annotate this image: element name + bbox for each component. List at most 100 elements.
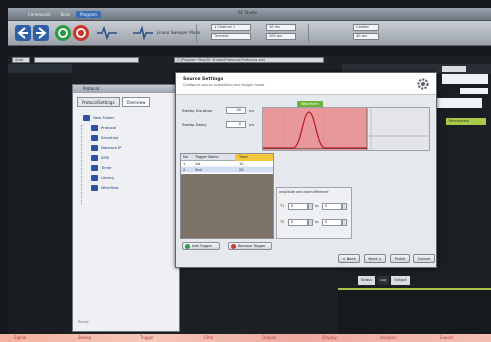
gear-icon [416, 77, 430, 91]
amplitude-panel-header: amplitude and wave difference [279, 190, 329, 194]
sweep-delay-unit: ms [249, 123, 255, 127]
bottom-label-strip: Signal Sweep Trigger Filter Output Displ… [0, 334, 491, 342]
t2-to-label: to [315, 220, 319, 224]
cancel-button[interactable]: Cancel [413, 254, 435, 263]
waveform-icon[interactable] [96, 25, 118, 41]
output-panel [338, 288, 491, 334]
back-arrow-icon[interactable] [15, 25, 31, 41]
toolbar-separator [308, 24, 309, 43]
cardiac-time-field[interactable]: 40 ms [353, 33, 379, 40]
address-bar: Area C:\Program Files\RF Studio\Protocol… [8, 56, 491, 64]
sweep-delay-input[interactable]: 0 [226, 121, 246, 128]
app-frame: Commands Tools Program RF Studio Linear … [0, 0, 491, 342]
t2-label: T2 [280, 220, 285, 224]
pulse-icon[interactable] [132, 25, 154, 41]
time-field-1[interactable]: 40 ms [266, 24, 296, 31]
channel-field[interactable]: 1 Channel 1 [211, 24, 251, 31]
toolbar: Linear Sweeper Mode 1 Channel 1 Thermal … [8, 21, 491, 46]
strip-label: Analysis [380, 335, 397, 340]
back-button[interactable]: < Back [338, 254, 360, 263]
column-no[interactable]: No [183, 155, 188, 159]
tab-overview[interactable]: Overview [121, 97, 151, 107]
tree-item[interactable]: Protocol [79, 123, 175, 133]
column-trigger-name[interactable]: Trigger Name [195, 155, 219, 159]
bottom-right-tabs: Status Log Output [358, 276, 410, 285]
stop-icon[interactable] [73, 25, 89, 41]
folder-icon [91, 185, 98, 191]
remove-icon [231, 244, 236, 249]
strip-label: Sweep [78, 335, 92, 340]
t2-from-spinner[interactable] [308, 219, 313, 226]
time-field-2[interactable]: 200 ms [266, 33, 296, 40]
tree-item[interactable]: Sensitive [79, 133, 175, 143]
folder-icon [91, 145, 98, 151]
sweep-delay-label: Sweep Delay [182, 122, 207, 127]
strip-label: Export [440, 335, 454, 340]
dialog-header: Source Settings Configure source acquisi… [176, 73, 436, 95]
finish-button[interactable]: Finish [390, 254, 410, 263]
t1-label: T1 [280, 204, 285, 208]
tree-item[interactable]: Network IP [79, 143, 175, 153]
area-field[interactable]: Area [12, 57, 30, 63]
t1-to-label: to [315, 204, 319, 208]
protocol-tree: New Folder Protocol Sensitive Network IP… [79, 113, 175, 193]
table-row[interactable]: 2 2nd 20 [181, 167, 273, 173]
toolbar-separator [196, 24, 197, 43]
menu-tools[interactable]: Tools [56, 11, 74, 18]
strip-label: Signal [14, 335, 27, 340]
tab-output[interactable]: Output [391, 276, 410, 285]
strip-label: Output [262, 335, 276, 340]
protocol-tabs: ProtocolSettings Overview [77, 97, 151, 107]
t2-to-spinner[interactable] [342, 219, 347, 226]
path-field[interactable]: C:\Program Files\RF Studio\Protocols\Pro… [174, 57, 324, 63]
remove-trigger-button[interactable]: Remove Trigger [228, 242, 272, 250]
area-input[interactable] [34, 57, 139, 63]
window-title: RF Studio [238, 10, 258, 15]
tab-log[interactable]: Log [377, 276, 390, 285]
folder-icon [91, 135, 98, 141]
tree-item[interactable]: New Folder [79, 113, 175, 123]
tree-item[interactable]: SMS [79, 153, 175, 163]
table-empty-area [181, 174, 273, 238]
protocol-window: Protocol ProtocolSettings Overview New F… [72, 84, 180, 332]
column-time[interactable]: Time [239, 155, 248, 159]
menu-commands[interactable]: Commands [24, 11, 55, 18]
strip-label: Display [322, 335, 337, 340]
dialog-title: Source Settings [183, 77, 224, 82]
dialog-subtitle: Configure source acquisition and trigger… [183, 83, 265, 87]
t2-from-input[interactable]: 0 [288, 219, 308, 226]
start-icon[interactable] [55, 25, 71, 41]
tree-item[interactable]: Library [79, 173, 175, 183]
thermal-field[interactable]: Thermal [211, 33, 251, 40]
right-card [460, 88, 488, 94]
t1-to-input[interactable]: 0 [322, 203, 342, 210]
forward-arrow-icon[interactable] [33, 25, 49, 41]
left-dock [8, 64, 78, 334]
tab-protocol-settings[interactable]: ProtocolSettings [77, 97, 120, 107]
status-text: Ready [78, 320, 89, 324]
t1-to-spinner[interactable] [342, 203, 347, 210]
amplitude-panel: amplitude and wave difference T1 0 to 0 … [276, 187, 352, 239]
tree-item[interactable]: Timer [79, 163, 175, 173]
parameters-tab[interactable]: Parameters [446, 118, 486, 125]
next-button[interactable]: Next > [364, 254, 386, 263]
right-header-bar [442, 66, 466, 72]
menu-program[interactable]: Program [76, 11, 101, 18]
add-trigger-button[interactable]: Add Trigger [182, 242, 220, 250]
t2-to-input[interactable]: 0 [322, 219, 342, 226]
left-dock-header [8, 64, 78, 73]
tree-item[interactable]: Workflow [79, 183, 175, 193]
folder-icon [91, 125, 98, 131]
trigger-table: No Trigger Name Time 1 1st 10 2 2nd 20 [180, 153, 274, 239]
cardiac-field[interactable]: Cardiac [353, 24, 379, 31]
waveform-plot [262, 107, 430, 151]
tab-status[interactable]: Status [358, 276, 376, 285]
add-icon [185, 244, 190, 249]
trigger-table-header: No Trigger Name Time [181, 154, 273, 161]
t1-from-input[interactable]: 0 [288, 203, 308, 210]
t1-from-spinner[interactable] [308, 203, 313, 210]
protocol-window-title: Protocol [73, 85, 179, 93]
sweep-duration-unit: ms [249, 109, 255, 113]
folder-icon [91, 165, 98, 171]
sweep-duration-input[interactable]: 40 [226, 107, 246, 114]
